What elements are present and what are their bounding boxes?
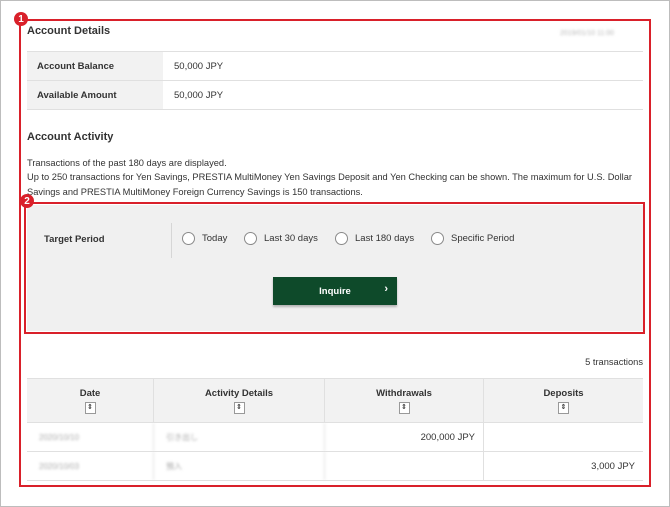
callout-marker-2: 2 [20,194,34,208]
callout-box-2 [24,202,645,334]
callout-marker-1: 1 [14,12,28,26]
